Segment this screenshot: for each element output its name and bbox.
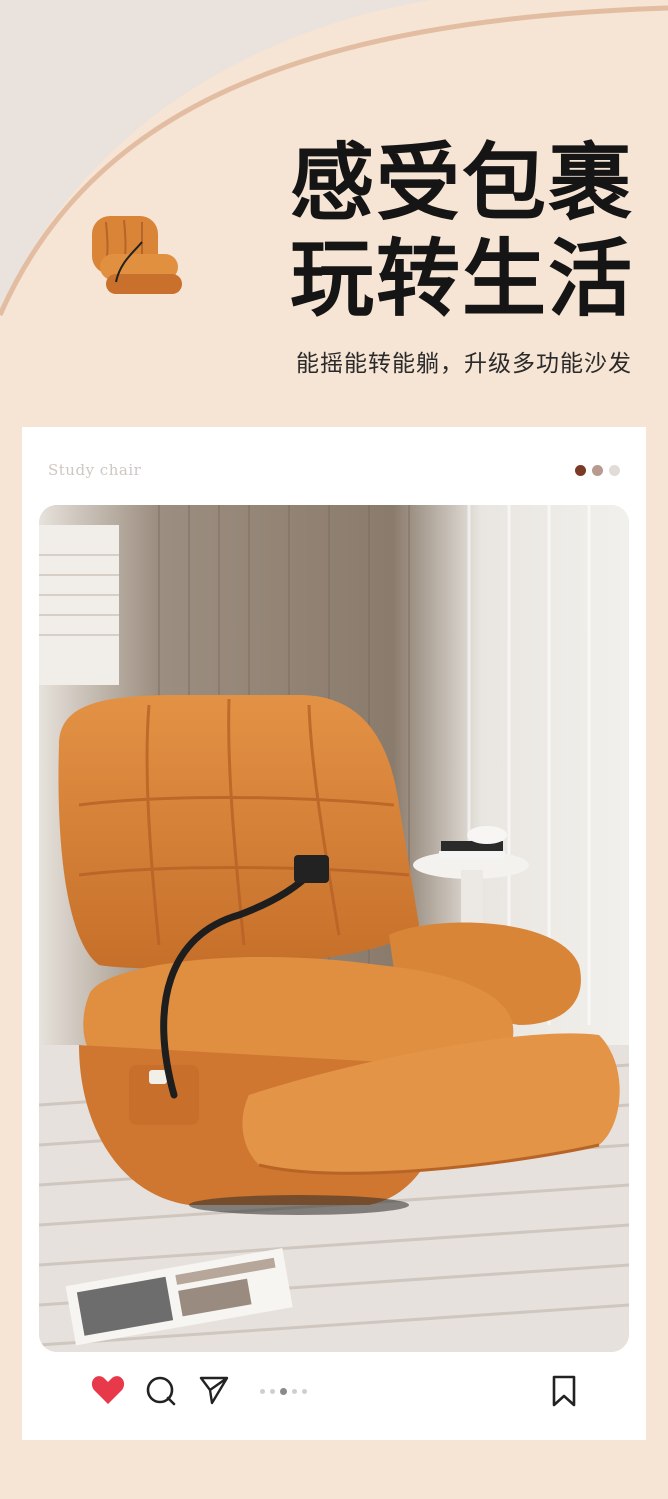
color-indicator-dots: [575, 465, 620, 476]
comment-icon[interactable]: [144, 1374, 178, 1412]
pager-dot[interactable]: [260, 1389, 265, 1394]
image-pager: [260, 1388, 307, 1395]
post-card: Study chair: [22, 427, 646, 1440]
card-label: Study chair: [48, 461, 142, 479]
indicator-dot: [609, 465, 620, 476]
headline: 感受包裹 玩转生活: [290, 135, 634, 327]
bookmark-icon[interactable]: [550, 1374, 578, 1412]
indicator-dot: [575, 465, 586, 476]
chair-scene-illustration: [39, 505, 629, 1352]
heart-icon[interactable]: [90, 1374, 126, 1410]
action-bar: [22, 1362, 646, 1422]
subtitle: 能摇能转能躺，升级多功能沙发: [296, 351, 632, 377]
headline-line-2: 玩转生活: [289, 230, 634, 328]
pager-dot[interactable]: [270, 1389, 275, 1394]
pager-dot-active[interactable]: [280, 1388, 287, 1395]
pager-dot[interactable]: [292, 1389, 297, 1394]
send-icon[interactable]: [198, 1374, 230, 1410]
product-photo[interactable]: [39, 505, 629, 1352]
indicator-dot: [592, 465, 603, 476]
chair-thumbnail: [92, 216, 182, 294]
pager-dot[interactable]: [302, 1389, 307, 1394]
headline-line-1: 感受包裹: [289, 134, 634, 232]
